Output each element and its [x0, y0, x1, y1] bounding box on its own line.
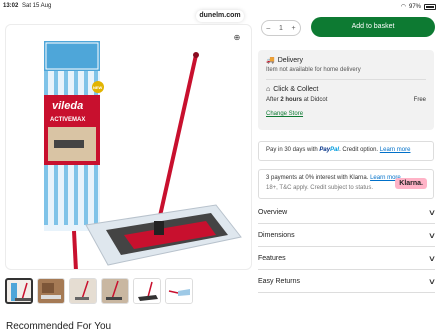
battery-icon — [424, 3, 436, 10]
divider — [266, 79, 426, 80]
paypal-suffix: . Credit option. — [339, 147, 379, 153]
product-image: vileda ACTIVEMAX NEW — [44, 41, 242, 269]
accordion-features[interactable]: Features ∨ — [258, 248, 437, 270]
qty-increase-button[interactable]: + — [292, 25, 296, 32]
klarna-logo: Klarna. — [395, 178, 427, 189]
accordion-label: Features — [258, 255, 286, 262]
paypal-prefix: Pay in 30 days with — [266, 147, 318, 153]
paypal-learn-more-link[interactable]: Learn more — [380, 147, 411, 153]
collect-after: After — [266, 97, 281, 103]
thumbnail-1[interactable] — [5, 278, 33, 304]
battery-percent: 97% — [408, 3, 421, 10]
thumbnail-5[interactable] — [133, 278, 161, 304]
klarna-box: 3 payments at 0% interest with Klarna. L… — [258, 169, 434, 199]
status-date: Sat 15 Aug — [22, 3, 52, 9]
qty-value: 1 — [278, 24, 283, 32]
package-brand: vileda — [52, 100, 83, 112]
klarna-text: 3 payments at 0% interest with Klarna. — [266, 175, 369, 181]
delivery-status: Item not available for home delivery — [266, 67, 361, 73]
add-to-basket-button[interactable]: Add to basket — [311, 17, 435, 37]
paypal-logo: PayPal — [319, 147, 339, 153]
thumbnail-2[interactable] — [37, 278, 65, 304]
thumbnail-4[interactable] — [101, 278, 129, 304]
qty-decrease-button[interactable]: – — [266, 25, 270, 32]
change-store-link[interactable]: Change Store — [266, 111, 426, 117]
truck-icon: 🚚 — [266, 57, 275, 64]
paypal-box: Pay in 30 days with PayPal. Credit optio… — [258, 141, 434, 161]
package-new-badge: NEW — [93, 85, 103, 90]
paypal-logo-part2: Pal — [330, 147, 340, 153]
accordion-label: Overview — [258, 209, 288, 216]
chevron-down-icon: ∨ — [427, 277, 437, 286]
accordion-easy-returns[interactable]: Easy Returns ∨ — [258, 271, 437, 293]
url-bar[interactable]: dunelm.com — [196, 10, 244, 22]
chevron-down-icon: ∨ — [427, 231, 437, 240]
collect-store: at Didcot — [302, 97, 328, 103]
accordion-label: Dimensions — [258, 232, 295, 239]
delivery-title: Delivery — [277, 56, 304, 64]
accordion-dimensions[interactable]: Dimensions ∨ — [258, 225, 437, 247]
thumbnail-3[interactable] — [69, 278, 97, 304]
chevron-down-icon: ∨ — [427, 208, 437, 217]
package-product-line: ACTIVEMAX — [50, 117, 85, 123]
wifi-icon: ◠ — [400, 4, 406, 10]
product-image-panel[interactable]: vileda ACTIVEMAX NEW ⊕ — [5, 24, 252, 270]
click-collect-title: Click & Collect — [273, 86, 319, 93]
collect-time: After 2 hours at Didcot — [266, 97, 327, 103]
thumbnail-6[interactable] — [165, 278, 193, 304]
quantity-stepper[interactable]: – 1 + — [261, 20, 301, 36]
accordion-overview[interactable]: Overview ∨ — [258, 202, 437, 224]
chevron-down-icon: ∨ — [427, 254, 437, 263]
delivery-panel: 🚚 Delivery Item not available for home d… — [258, 50, 434, 130]
recommended-heading: Recommended For You — [6, 321, 112, 330]
store-icon: ⌂ — [266, 86, 271, 93]
paypal-logo-part1: Pay — [319, 147, 331, 153]
zoom-icon[interactable]: ⊕ — [231, 33, 243, 45]
thumbnail-strip — [5, 278, 193, 304]
accordion-label: Easy Returns — [258, 278, 301, 285]
collect-hours: 2 hours — [280, 97, 303, 103]
collect-price: Free — [413, 97, 426, 103]
status-time: 13:02 — [3, 3, 19, 9]
mop-package: vileda ACTIVEMAX NEW — [44, 41, 104, 231]
